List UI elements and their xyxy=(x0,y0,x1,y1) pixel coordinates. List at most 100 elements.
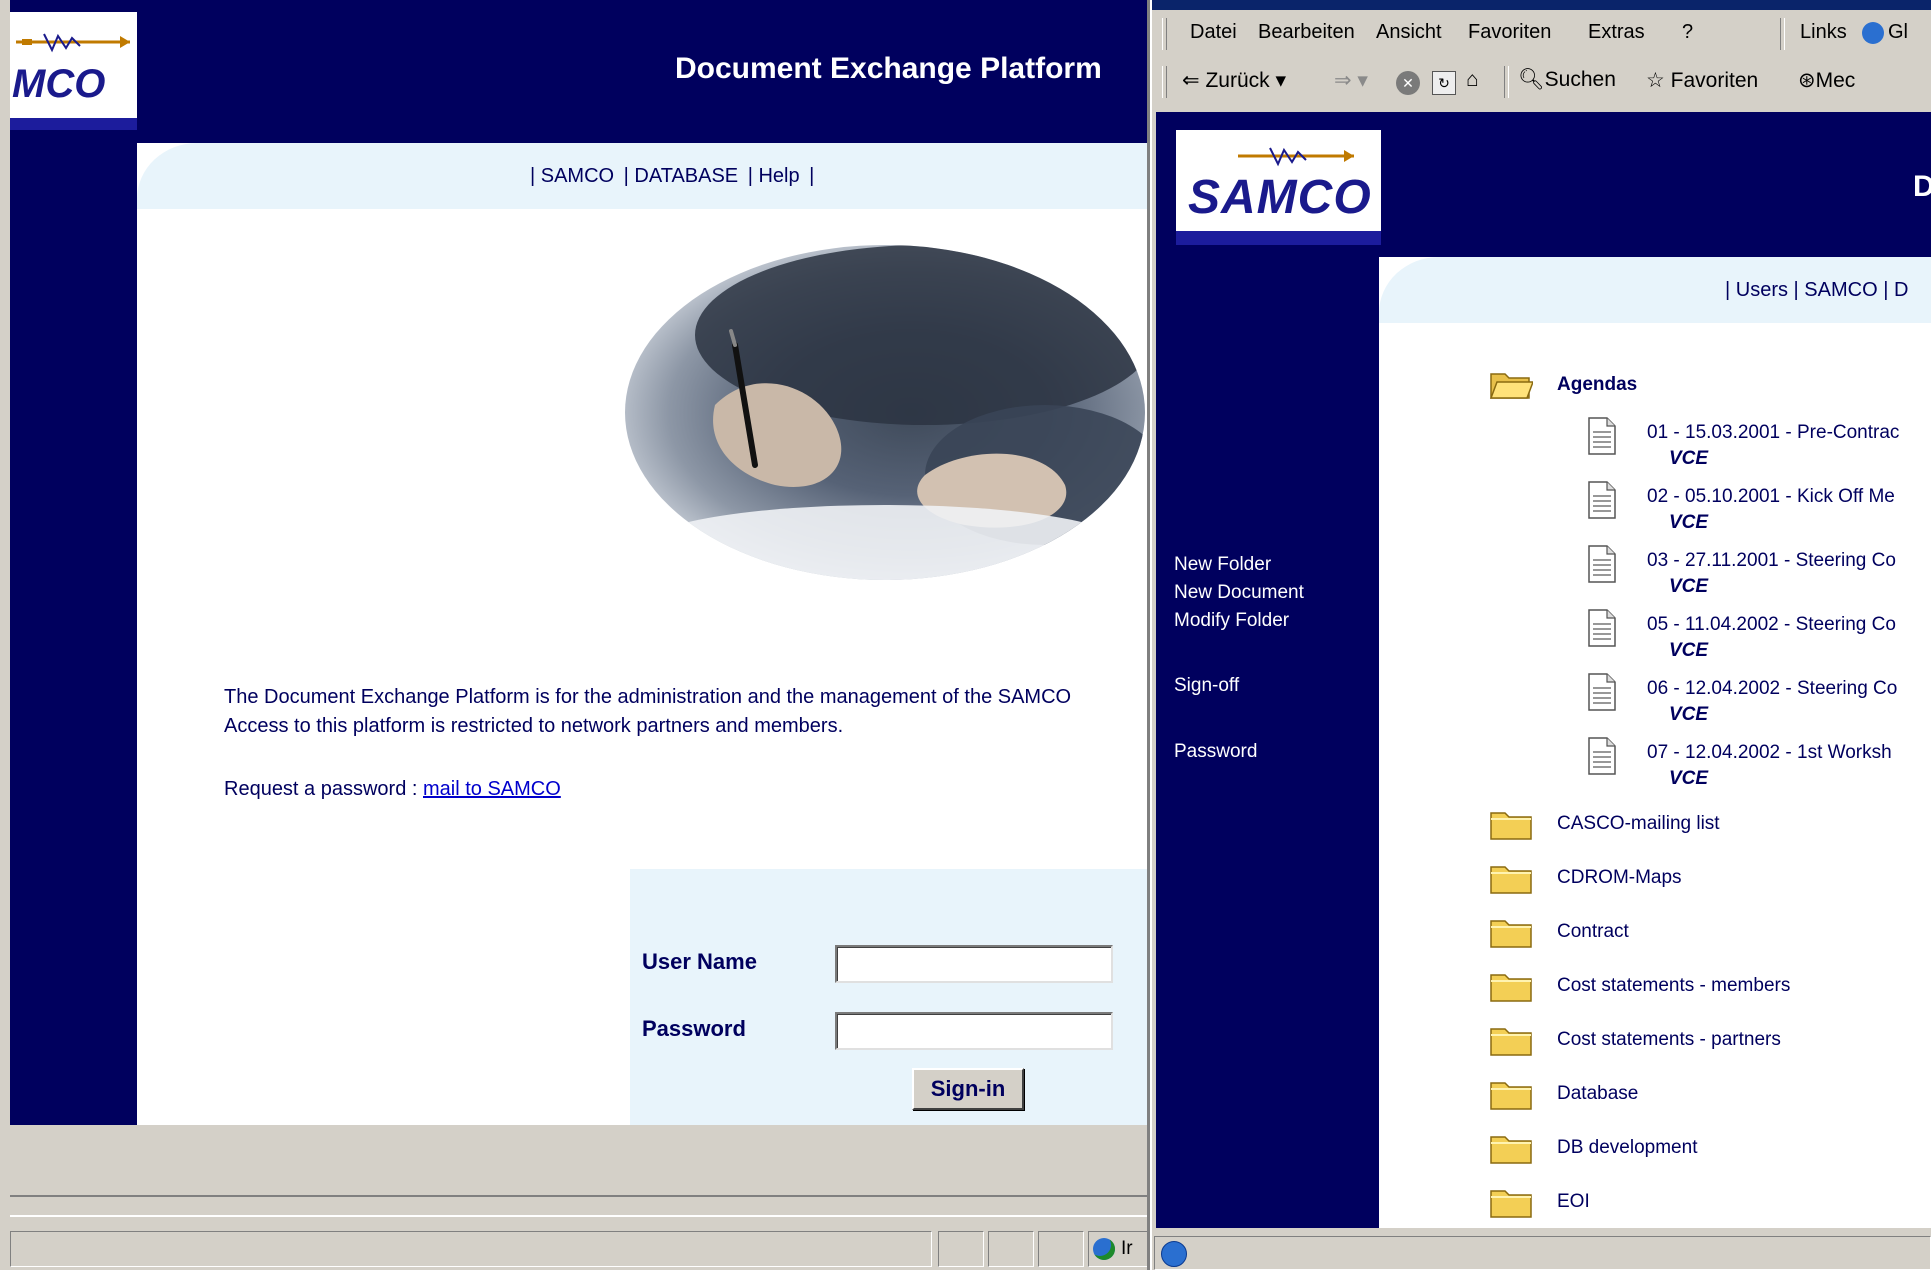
samco-logo: SAMCO xyxy=(1176,130,1381,245)
document-link[interactable]: 02 - 05.10.2001 - Kick Off Me xyxy=(1647,486,1895,508)
document-author: VCE xyxy=(1669,704,1709,725)
document-icon[interactable] xyxy=(1587,416,1617,456)
menu-bearbeiten[interactable]: Bearbeiten xyxy=(1258,21,1355,44)
menu-bar: Datei Bearbeiten Ansicht Favoriten Extra… xyxy=(1152,14,1931,54)
logo-bar xyxy=(1176,231,1381,245)
login-form: User Name Password xyxy=(630,869,1150,1125)
document-link[interactable]: 06 - 12.04.2002 - Steering Co xyxy=(1647,678,1897,700)
folder-link[interactable]: Cost statements - members xyxy=(1557,975,1790,997)
document-author: VCE xyxy=(1669,512,1709,533)
folder-icon[interactable] xyxy=(1489,1077,1533,1111)
nav-link-samco[interactable]: | SAMCO xyxy=(1794,279,1878,301)
menu-favoriten[interactable]: Favoriten xyxy=(1468,21,1551,44)
nav-link-database[interactable]: | D xyxy=(1883,279,1908,301)
search-icon: 🔍︎ xyxy=(1518,68,1545,91)
platform-description: The Document Exchange Platform is for th… xyxy=(224,683,1071,741)
folder-link[interactable]: CASCO-mailing list xyxy=(1557,813,1720,835)
status-pane-main xyxy=(1154,1236,1931,1270)
logo-arrow-icon xyxy=(1238,147,1354,167)
status-bar xyxy=(1152,1232,1931,1270)
nav-link-database[interactable]: | DATABASE xyxy=(624,165,738,187)
folder-icon[interactable] xyxy=(1489,807,1533,841)
folder-icon[interactable] xyxy=(1489,1023,1533,1057)
menu-ansicht[interactable]: Ansicht xyxy=(1376,21,1442,44)
refresh-icon[interactable]: ↻ xyxy=(1432,71,1456,95)
menu-help[interactable]: ? xyxy=(1682,21,1693,44)
toolbar-grip xyxy=(1162,66,1167,98)
document-icon[interactable] xyxy=(1587,672,1617,712)
folder-link[interactable]: CDROM-Maps xyxy=(1557,867,1682,889)
status-zone-pane: Ir xyxy=(1088,1231,1150,1267)
media-button[interactable]: ⊛Mec xyxy=(1798,68,1855,93)
user-name-label: User Name xyxy=(642,949,757,974)
menu-grip xyxy=(1162,18,1167,50)
menu-datei[interactable]: Datei xyxy=(1190,21,1237,44)
new-document-link[interactable]: New Document xyxy=(1174,582,1304,604)
nav-link-samco[interactable]: | SAMCO xyxy=(530,165,614,187)
links-item[interactable]: Gl xyxy=(1888,21,1908,44)
menu-extras[interactable]: Extras xyxy=(1588,21,1645,44)
folder-link[interactable]: Cost statements - partners xyxy=(1557,1029,1781,1051)
media-label: Mec xyxy=(1815,69,1856,92)
document-link[interactable]: 01 - 15.03.2001 - Pre-Contrac xyxy=(1647,422,1899,444)
nav-separator: | xyxy=(809,165,815,187)
document-icon[interactable] xyxy=(1587,608,1617,648)
document-icon[interactable] xyxy=(1587,736,1617,776)
folder-icon[interactable] xyxy=(1489,969,1533,1003)
folder-link[interactable]: DB development xyxy=(1557,1137,1697,1159)
toolbar: ⇐ Zurück ▾ ⇒ ▾ ✕ ↻ ⌂ 🔍︎Suchen ☆ Favorite… xyxy=(1152,62,1931,104)
folder-link[interactable]: Database xyxy=(1557,1083,1638,1105)
toolbar-separator xyxy=(1504,66,1509,98)
page-title: Document Exchange Platform xyxy=(675,52,1102,85)
top-nav: | Users | SAMCO | D xyxy=(1725,279,1908,302)
user-name-input[interactable] xyxy=(835,945,1113,983)
home-icon[interactable]: ⌂ xyxy=(1466,68,1479,92)
password-input[interactable] xyxy=(835,1012,1113,1050)
folder-link[interactable]: Contract xyxy=(1557,921,1629,943)
internet-zone-icon xyxy=(1093,1238,1115,1260)
sign-in-button[interactable]: Sign-in xyxy=(912,1068,1024,1110)
logo-arrow-icon xyxy=(16,33,130,53)
back-button[interactable]: ⇐ Zurück ▾ xyxy=(1182,68,1286,93)
folder-icon[interactable] xyxy=(1489,915,1533,949)
chevron-down-icon: ▾ xyxy=(1275,69,1287,92)
document-link[interactable]: 07 - 12.04.2002 - 1st Worksh xyxy=(1647,742,1892,764)
folder-link[interactable]: EOI xyxy=(1557,1191,1590,1213)
login-page: MCO Document Exchange Platform | SAMCO |… xyxy=(10,0,1150,1125)
forward-button[interactable]: ⇒ ▾ xyxy=(1334,68,1368,93)
password-link[interactable]: Password xyxy=(1174,741,1257,763)
document-icon[interactable] xyxy=(1587,480,1617,520)
document-icon[interactable] xyxy=(1587,544,1617,584)
favorites-label: Favoriten xyxy=(1670,69,1759,92)
new-folder-link[interactable]: New Folder xyxy=(1174,554,1271,576)
favorites-icon: ☆ xyxy=(1646,69,1665,92)
favorites-button[interactable]: ☆ Favoriten xyxy=(1646,68,1758,93)
zone-text: Ir xyxy=(1121,1238,1133,1259)
photo-illustration xyxy=(645,245,1145,580)
ie-page-icon xyxy=(1161,1241,1187,1267)
document-author: VCE xyxy=(1669,576,1709,597)
mail-link[interactable]: mail to SAMCO xyxy=(423,778,561,800)
folder-agendas[interactable]: Agendas xyxy=(1557,374,1637,396)
logo-bar xyxy=(10,118,137,130)
document-author: VCE xyxy=(1669,448,1709,469)
back-arrow-icon: ⇐ xyxy=(1182,69,1200,92)
ie-link-icon[interactable] xyxy=(1862,22,1884,44)
stop-icon[interactable]: ✕ xyxy=(1396,71,1420,95)
document-link[interactable]: 03 - 27.11.2001 - Steering Co xyxy=(1647,550,1896,572)
modify-folder-link[interactable]: Modify Folder xyxy=(1174,610,1289,632)
folder-icon[interactable] xyxy=(1489,1185,1533,1219)
signing-hands-photo xyxy=(625,245,1145,580)
status-divider xyxy=(10,1195,1150,1197)
left-sidebar: New Folder New Document Modify Folder Si… xyxy=(1156,257,1379,1228)
folder-icon[interactable] xyxy=(1489,861,1533,895)
nav-link-help[interactable]: | Help xyxy=(748,165,800,187)
sign-off-link[interactable]: Sign-off xyxy=(1174,675,1239,697)
left-sidebar xyxy=(10,143,137,1125)
nav-link-users[interactable]: | Users xyxy=(1725,279,1788,301)
folder-icon[interactable] xyxy=(1489,1131,1533,1165)
document-link[interactable]: 05 - 11.04.2002 - Steering Co xyxy=(1647,614,1896,636)
search-button[interactable]: 🔍︎Suchen xyxy=(1518,68,1616,92)
request-label: Request a password : xyxy=(224,778,418,800)
logo-text: SAMCO xyxy=(1188,171,1372,224)
